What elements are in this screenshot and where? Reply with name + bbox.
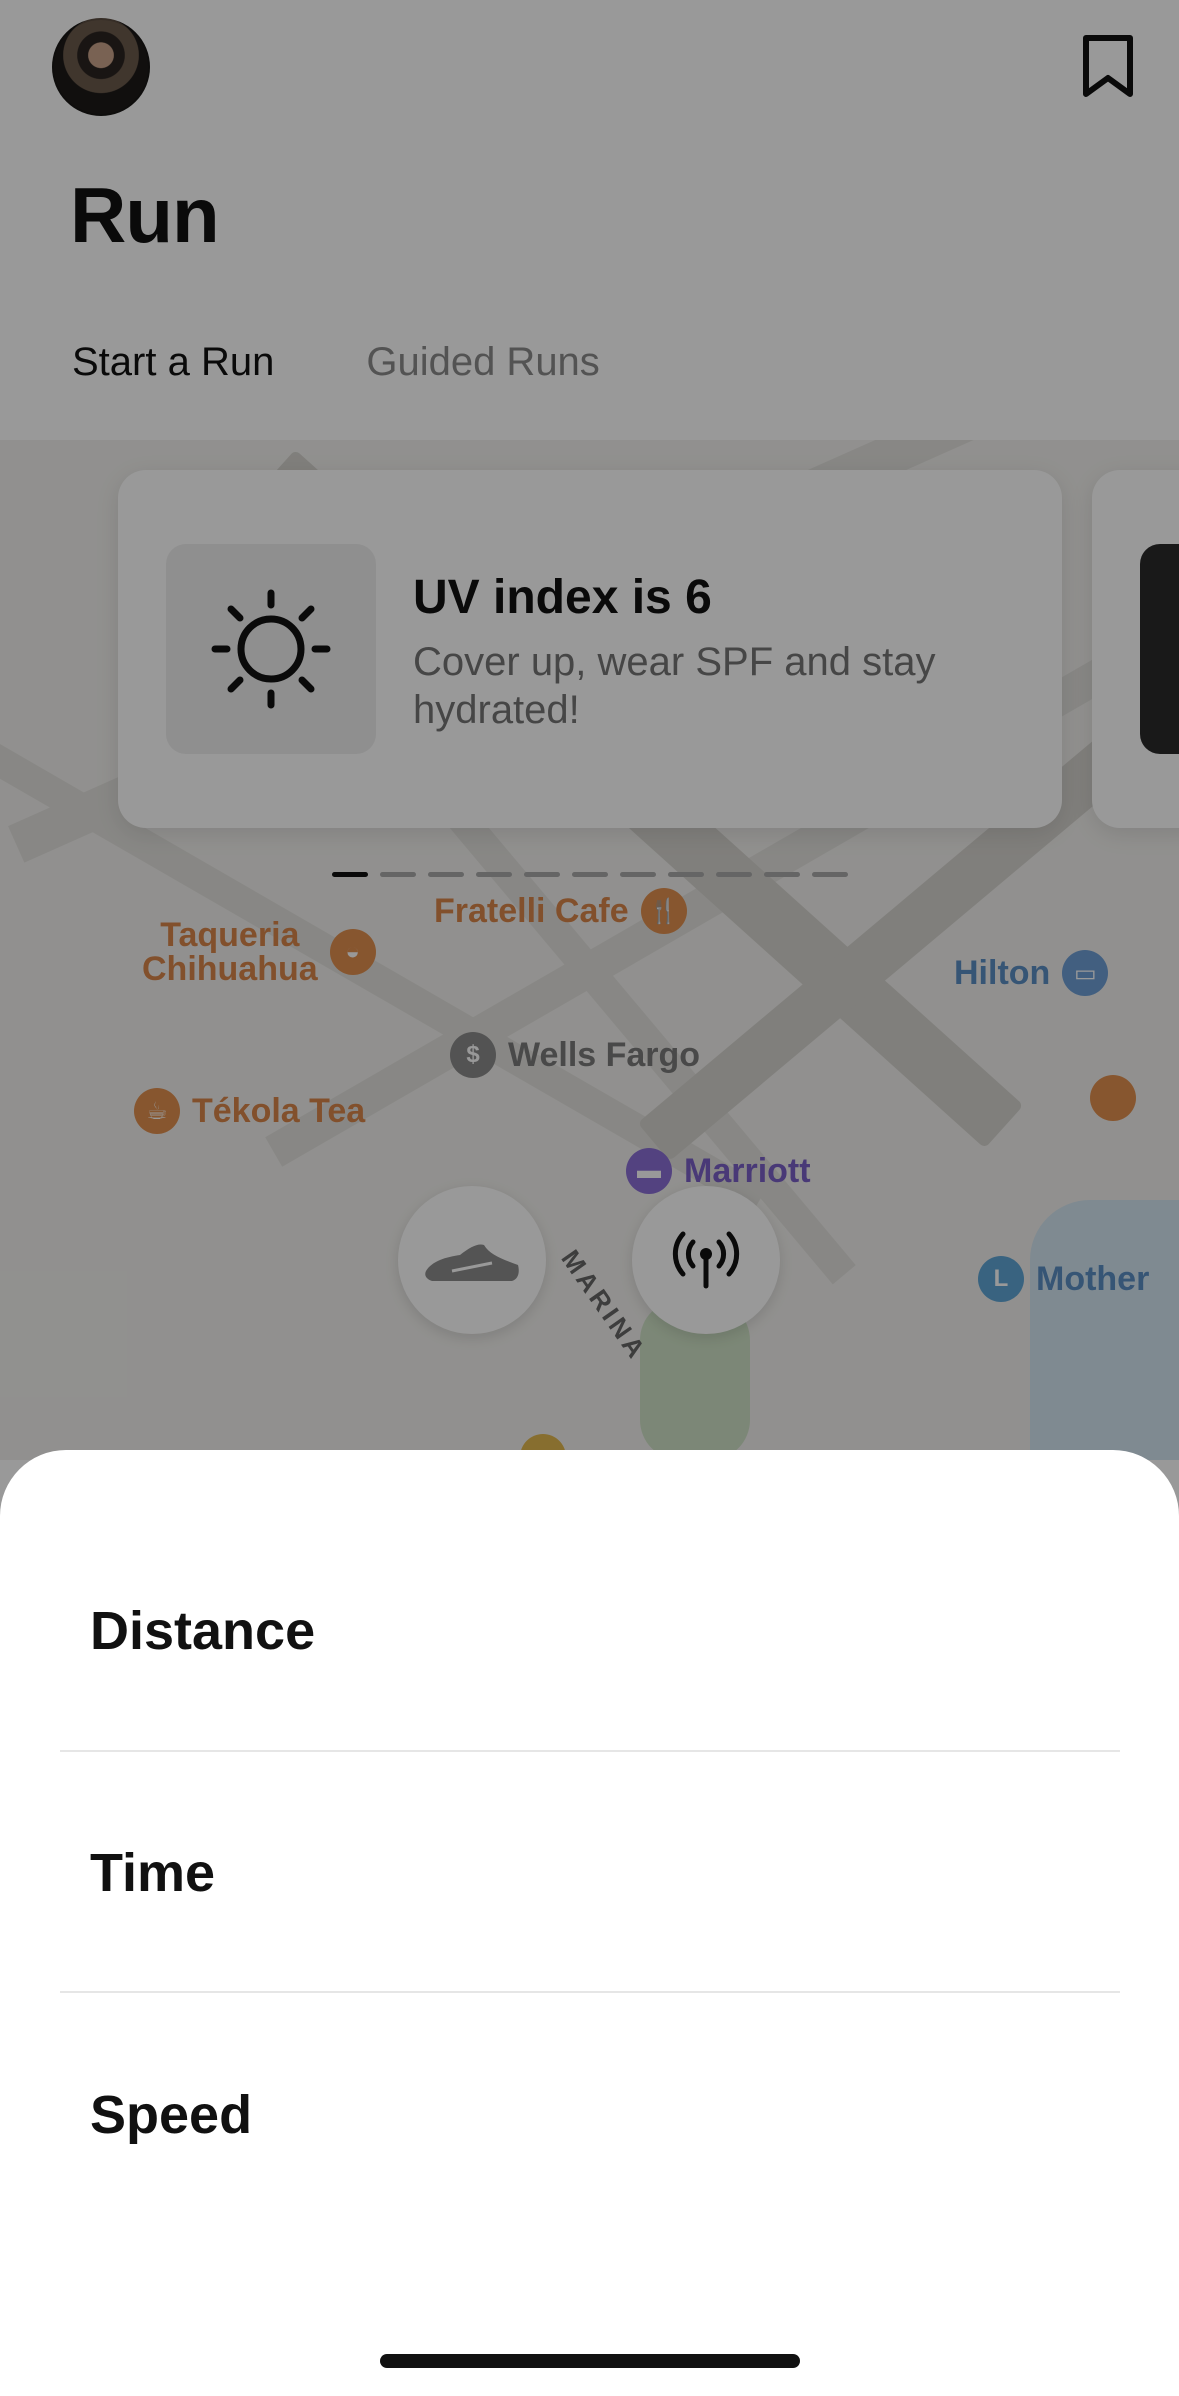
goal-type-sheet: Distance Time Speed	[0, 1450, 1179, 2396]
divider	[60, 1991, 1120, 1993]
home-indicator[interactable]	[380, 2354, 800, 2368]
divider	[60, 1750, 1120, 1752]
option-speed[interactable]: Speed	[90, 2084, 252, 2146]
option-time[interactable]: Time	[90, 1842, 215, 1904]
screen: Run Start a Run Guided Runs Fratelli Caf…	[0, 0, 1179, 2396]
option-distance[interactable]: Distance	[90, 1600, 315, 1662]
